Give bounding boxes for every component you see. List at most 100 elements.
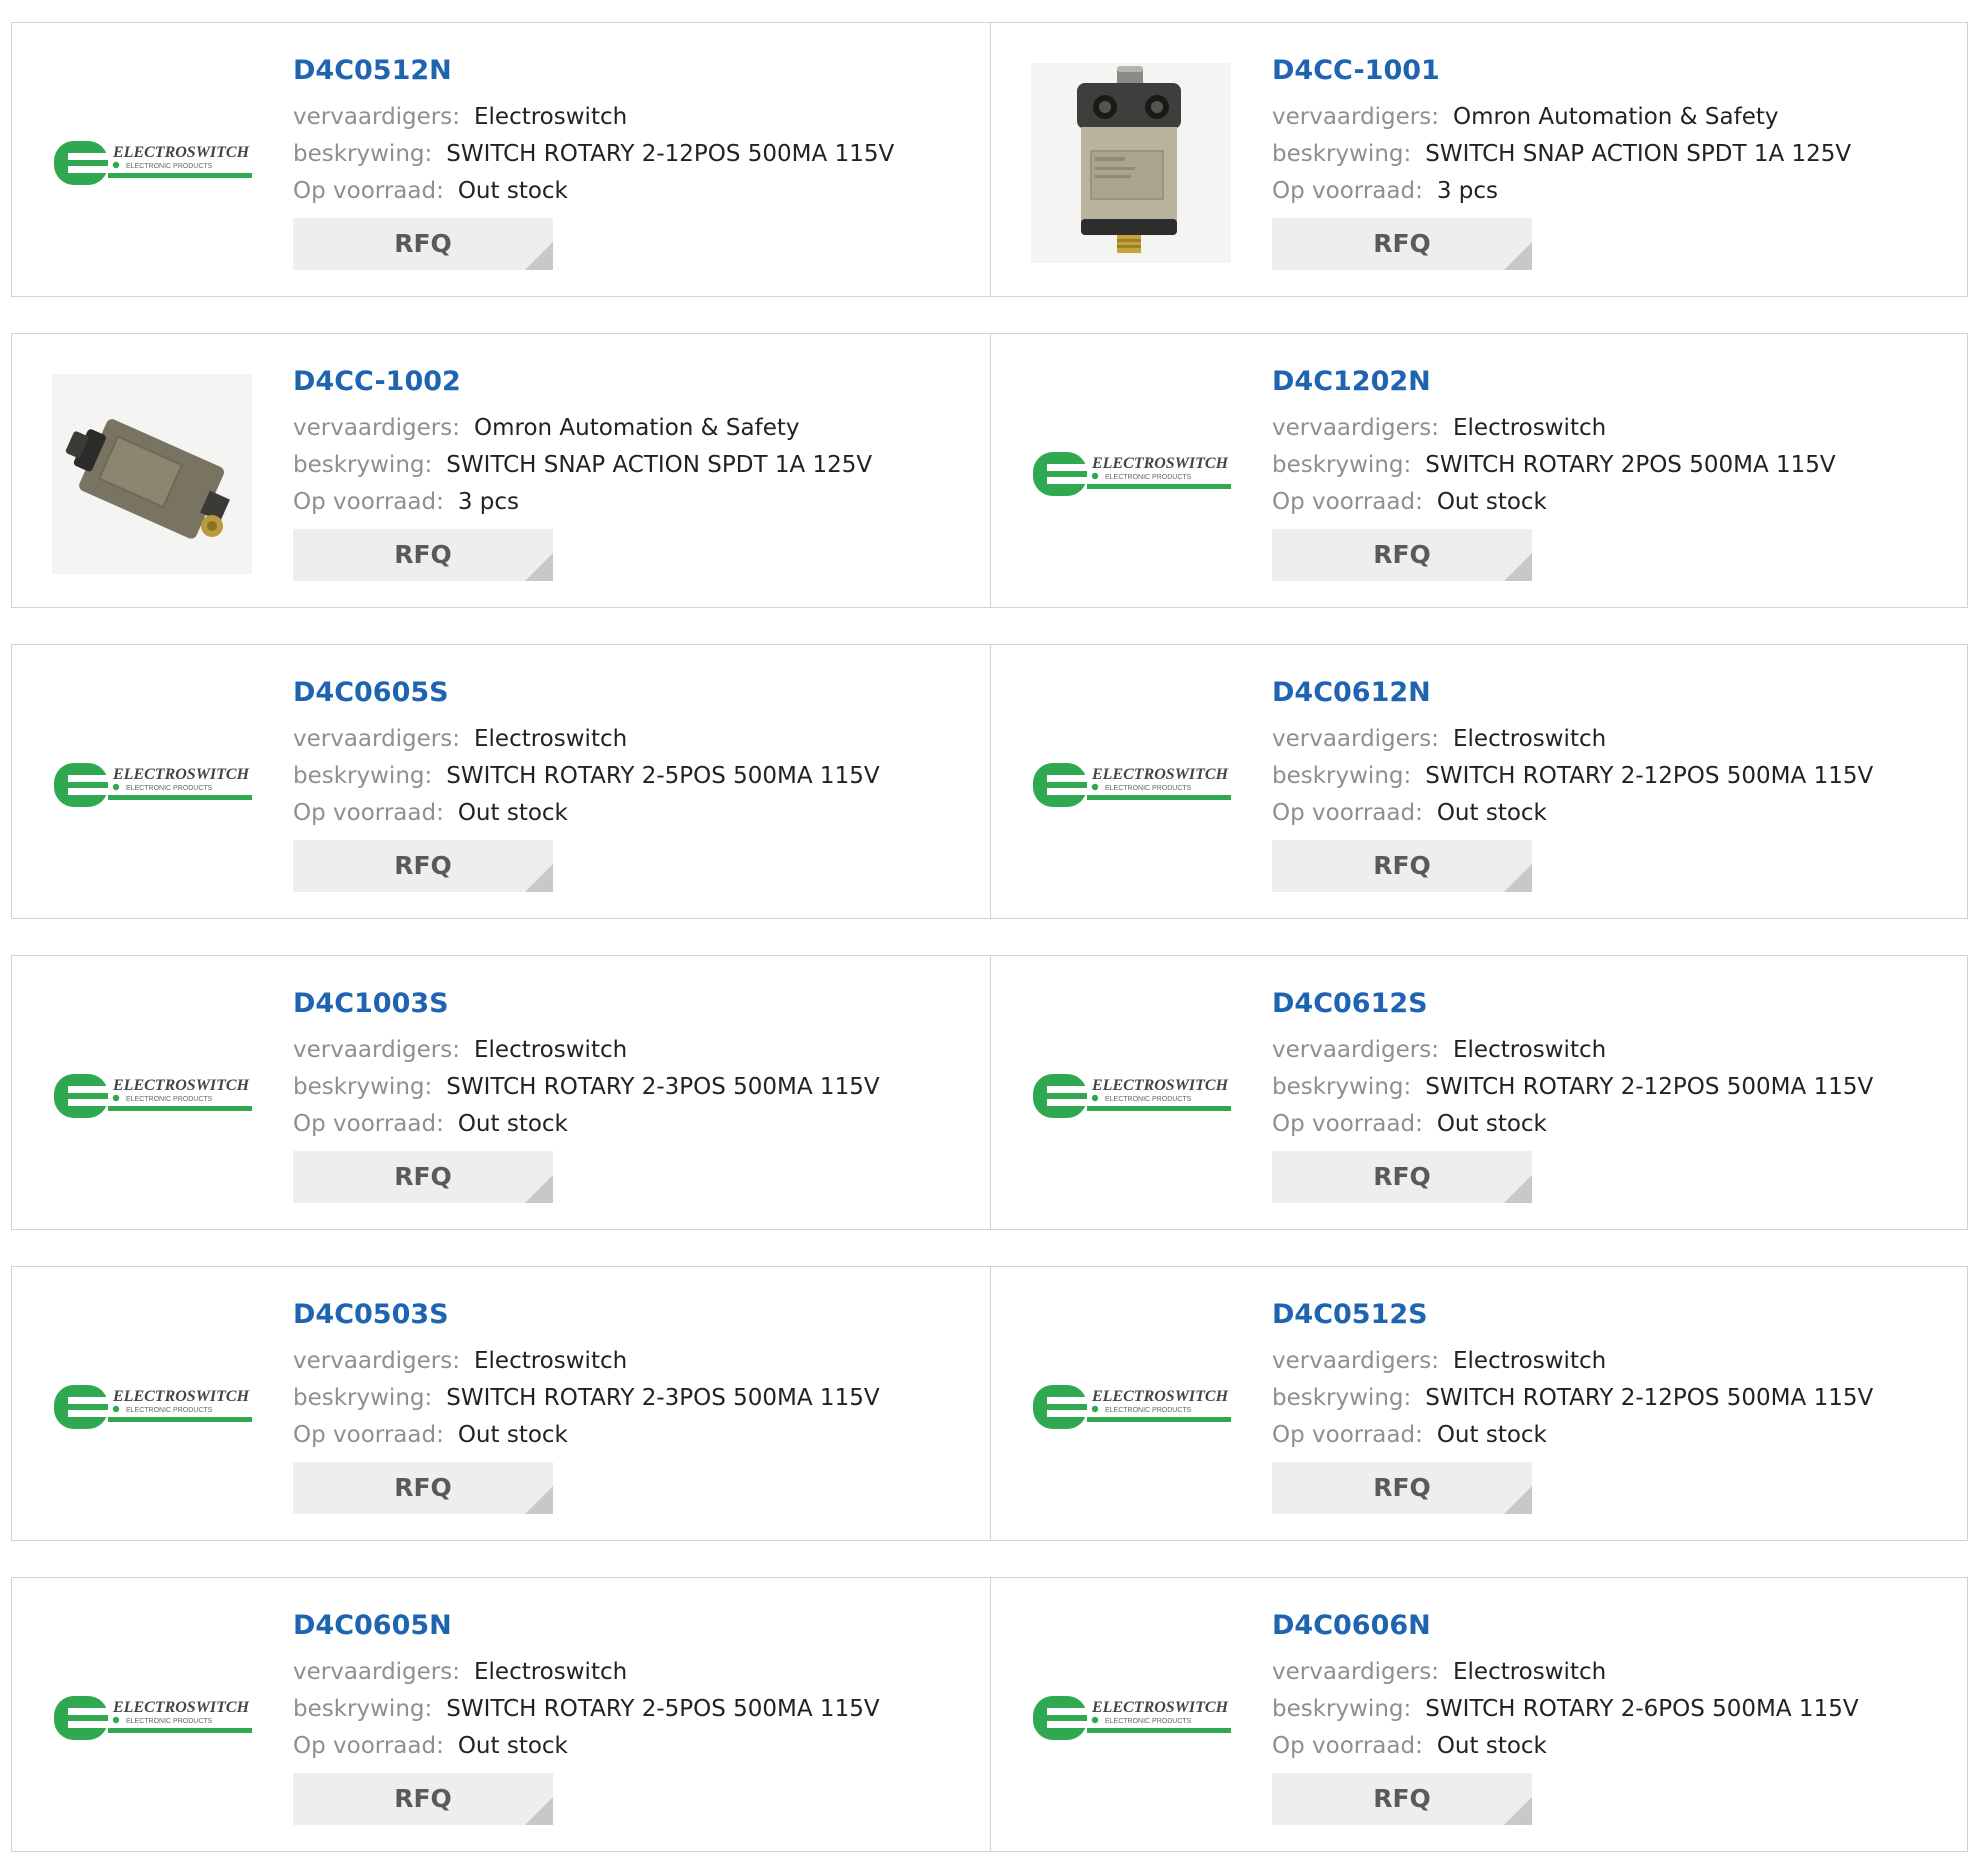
description-value: SWITCH SNAP ACTION SPDT 1A 125V <box>446 452 873 478</box>
electroswitch-logo: ELECTROSWITCH ELECTRONIC PRODUCTS <box>54 1385 252 1429</box>
rfq-button[interactable]: RFQ <box>293 840 553 892</box>
corner-fold-icon <box>525 1486 553 1514</box>
corner-fold-icon <box>525 1175 553 1203</box>
product-image[interactable] <box>52 374 252 574</box>
stock-field: Op voorraad: Out stock <box>1272 1417 1873 1454</box>
description-value: SWITCH ROTARY 2-3POS 500MA 115V <box>446 1385 880 1411</box>
logo-brand-text: ELECTROSWITCH <box>1091 766 1229 783</box>
manufacturer-value: Electroswitch <box>1453 1659 1607 1685</box>
product-image[interactable]: ELECTROSWITCH ELECTRONIC PRODUCTS <box>52 996 252 1196</box>
corner-fold-icon <box>1504 1175 1532 1203</box>
electroswitch-logo: ELECTROSWITCH ELECTRONIC PRODUCTS <box>1033 452 1231 496</box>
stock-label: Op voorraad: <box>293 1422 444 1448</box>
electroswitch-logo: ELECTROSWITCH ELECTRONIC PRODUCTS <box>54 1074 252 1118</box>
manufacturer-field: vervaardigers: Electroswitch <box>293 99 894 136</box>
part-number-link[interactable]: D4C0605N <box>293 1608 880 1644</box>
stock-value: Out stock <box>457 1733 568 1759</box>
product-info: D4C1202N vervaardigers: Electroswitch beskr… <box>1272 364 1836 581</box>
rfq-button[interactable]: RFQ <box>1272 1151 1532 1203</box>
rfq-button[interactable]: RFQ <box>1272 840 1532 892</box>
description-value: SWITCH ROTARY 2-12POS 500MA 115V <box>1425 1074 1874 1100</box>
rfq-button[interactable]: RFQ <box>1272 218 1532 270</box>
rfq-label: RFQ <box>394 1784 452 1813</box>
description-label: beskrywing: <box>1272 452 1412 478</box>
logo-tagline-text: ELECTRONIC PRODUCTS <box>1105 1407 1192 1414</box>
manufacturer-field: vervaardigers: Electroswitch <box>1272 1032 1873 1069</box>
stock-value: 3 pcs <box>1436 178 1499 204</box>
part-number-link[interactable]: D4C0612S <box>1272 986 1873 1022</box>
manufacturer-field: vervaardigers: Electroswitch <box>293 1343 880 1380</box>
stock-label: Op voorraad: <box>293 178 444 204</box>
corner-fold-icon <box>525 864 553 892</box>
product-image[interactable]: ELECTROSWITCH ELECTRONIC PRODUCTS <box>52 1618 252 1818</box>
product-image[interactable]: ELECTROSWITCH ELECTRONIC PRODUCTS <box>1031 1618 1231 1818</box>
stock-field: Op voorraad: Out stock <box>1272 1106 1873 1143</box>
part-number-link[interactable]: D4C0512N <box>293 53 894 89</box>
product-image[interactable]: ELECTROSWITCH ELECTRONIC PRODUCTS <box>52 1307 252 1507</box>
manufacturer-label: vervaardigers: <box>293 1348 460 1374</box>
product-info: D4CC-1002 vervaardigers: Omron Automation … <box>293 364 872 581</box>
description-field: beskrywing: SWITCH ROTARY 2-3POS 500MA 11… <box>293 1380 880 1417</box>
description-label: beskrywing: <box>293 1385 433 1411</box>
part-number-link[interactable]: D4C0512S <box>1272 1297 1873 1333</box>
rfq-button[interactable]: RFQ <box>293 218 553 270</box>
manufacturer-value: Electroswitch <box>474 1037 628 1063</box>
product-row: ELECTROSWITCH ELECTRONIC PRODUCTS D4C060… <box>11 1577 1968 1852</box>
manufacturer-label: vervaardigers: <box>1272 1659 1439 1685</box>
product-info: D4C0503S vervaardigers: Electroswitch beskr… <box>293 1297 880 1514</box>
description-field: beskrywing: SWITCH ROTARY 2-5POS 500MA 11… <box>293 1691 880 1728</box>
rfq-button[interactable]: RFQ <box>1272 1462 1532 1514</box>
product-card: ELECTROSWITCH ELECTRONIC PRODUCTS D4C051… <box>990 1267 1967 1540</box>
manufacturer-field: vervaardigers: Electroswitch <box>1272 410 1836 447</box>
stock-field: Op voorraad: 3 pcs <box>293 484 872 521</box>
stock-value: Out stock <box>457 1111 568 1137</box>
part-number-link[interactable]: D4C0612N <box>1272 675 1873 711</box>
part-number-link[interactable]: D4C0503S <box>293 1297 880 1333</box>
rfq-label: RFQ <box>394 1473 452 1502</box>
rfq-button[interactable]: RFQ <box>293 529 553 581</box>
part-number-link[interactable]: D4C0605S <box>293 675 880 711</box>
logo-brand-text: ELECTROSWITCH <box>112 144 250 161</box>
manufacturer-value: Electroswitch <box>1453 1348 1607 1374</box>
description-value: SWITCH ROTARY 2-6POS 500MA 115V <box>1425 1696 1859 1722</box>
product-card: ELECTROSWITCH ELECTRONIC PRODUCTS D4C051… <box>12 23 990 296</box>
rfq-button[interactable]: RFQ <box>293 1151 553 1203</box>
product-info: D4C0612S vervaardigers: Electroswitch beskr… <box>1272 986 1873 1203</box>
logo-tagline-text: ELECTRONIC PRODUCTS <box>1105 785 1192 792</box>
rfq-label: RFQ <box>1373 540 1431 569</box>
part-number-link[interactable]: D4C1202N <box>1272 364 1836 400</box>
product-image[interactable]: ELECTROSWITCH ELECTRONIC PRODUCTS <box>1031 685 1231 885</box>
logo-brand-text: ELECTROSWITCH <box>112 1388 250 1405</box>
part-number-link[interactable]: D4CC-1002 <box>293 364 872 400</box>
product-image[interactable]: ELECTROSWITCH ELECTRONIC PRODUCTS <box>1031 1307 1231 1507</box>
rfq-button[interactable]: RFQ <box>293 1773 553 1825</box>
product-image[interactable]: ELECTROSWITCH ELECTRONIC PRODUCTS <box>52 685 252 885</box>
description-label: beskrywing: <box>1272 1696 1412 1722</box>
product-image[interactable]: ELECTROSWITCH ELECTRONIC PRODUCTS <box>1031 996 1231 1196</box>
manufacturer-field: vervaardigers: Electroswitch <box>1272 1654 1859 1691</box>
corner-fold-icon <box>525 1797 553 1825</box>
description-field: beskrywing: SWITCH ROTARY 2-12POS 500MA 1… <box>1272 758 1873 795</box>
part-number-link[interactable]: D4CC-1001 <box>1272 53 1851 89</box>
product-card: ELECTROSWITCH ELECTRONIC PRODUCTS D4C050… <box>12 1267 990 1540</box>
manufacturer-value: Omron Automation & Safety <box>474 415 800 441</box>
stock-value: Out stock <box>1436 1422 1547 1448</box>
manufacturer-field: vervaardigers: Electroswitch <box>293 721 880 758</box>
logo-brand-text: ELECTROSWITCH <box>1091 1388 1229 1405</box>
part-number-link[interactable]: D4C1003S <box>293 986 880 1022</box>
stock-value: Out stock <box>1436 800 1547 826</box>
manufacturer-value: Electroswitch <box>1453 1037 1607 1063</box>
stock-label: Op voorraad: <box>1272 1733 1423 1759</box>
description-field: beskrywing: SWITCH SNAP ACTION SPDT 1A 12… <box>293 447 872 484</box>
rfq-button[interactable]: RFQ <box>1272 529 1532 581</box>
rfq-button[interactable]: RFQ <box>293 1462 553 1514</box>
product-image[interactable] <box>1031 63 1231 263</box>
stock-value: Out stock <box>1436 1733 1547 1759</box>
product-image[interactable]: ELECTROSWITCH ELECTRONIC PRODUCTS <box>52 63 252 263</box>
stock-label: Op voorraad: <box>293 489 444 515</box>
logo-tagline-text: ELECTRONIC PRODUCTS <box>126 1407 213 1414</box>
product-image[interactable]: ELECTROSWITCH ELECTRONIC PRODUCTS <box>1031 374 1231 574</box>
rfq-button[interactable]: RFQ <box>1272 1773 1532 1825</box>
part-number-link[interactable]: D4C0606N <box>1272 1608 1859 1644</box>
description-value: SWITCH SNAP ACTION SPDT 1A 125V <box>1425 141 1852 167</box>
